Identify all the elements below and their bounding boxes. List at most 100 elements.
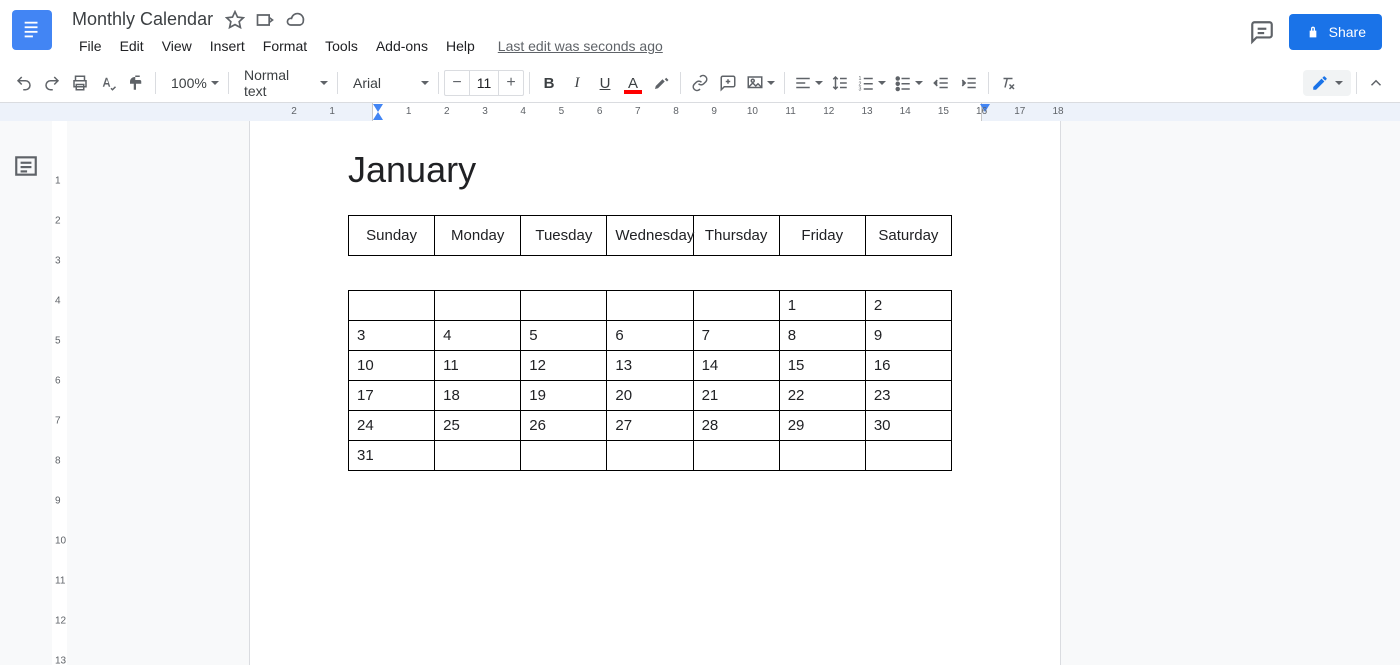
undo-button[interactable] bbox=[10, 69, 38, 97]
calendar-cell[interactable]: 22 bbox=[779, 381, 865, 411]
day-header[interactable]: Thursday bbox=[693, 216, 779, 256]
bulletlist-dropdown[interactable] bbox=[890, 69, 927, 97]
calendar-cell[interactable]: 29 bbox=[779, 411, 865, 441]
calendar-cell[interactable]: 25 bbox=[435, 411, 521, 441]
numberedlist-dropdown[interactable]: 123 bbox=[853, 69, 890, 97]
underline-button[interactable]: U bbox=[591, 69, 619, 97]
calendar-cell[interactable]: 18 bbox=[435, 381, 521, 411]
day-header[interactable]: Saturday bbox=[865, 216, 951, 256]
menu-edit[interactable]: Edit bbox=[111, 34, 153, 58]
comment-button[interactable] bbox=[714, 69, 742, 97]
menu-addons[interactable]: Add-ons bbox=[367, 34, 437, 58]
day-header[interactable]: Monday bbox=[435, 216, 521, 256]
calendar-cell[interactable]: 28 bbox=[693, 411, 779, 441]
link-button[interactable] bbox=[686, 69, 714, 97]
cloud-icon[interactable] bbox=[285, 10, 305, 30]
calendar-cell[interactable] bbox=[693, 291, 779, 321]
calendar-cell[interactable] bbox=[607, 441, 693, 471]
calendar-cell[interactable]: 11 bbox=[435, 351, 521, 381]
menu-insert[interactable]: Insert bbox=[201, 34, 254, 58]
calendar-cell[interactable]: 4 bbox=[435, 321, 521, 351]
day-header[interactable]: Friday bbox=[779, 216, 865, 256]
calendar-cell[interactable]: 27 bbox=[607, 411, 693, 441]
clearformat-button[interactable] bbox=[994, 69, 1022, 97]
calendar-cell[interactable]: 31 bbox=[349, 441, 435, 471]
vertical-ruler[interactable]: 12345678910111213 bbox=[52, 121, 68, 665]
bold-button[interactable]: B bbox=[535, 69, 563, 97]
calendar-cell[interactable]: 19 bbox=[521, 381, 607, 411]
italic-button[interactable]: I bbox=[563, 69, 591, 97]
calendar-cell[interactable] bbox=[521, 291, 607, 321]
linespacing-dropdown[interactable] bbox=[827, 69, 853, 97]
font-dropdown[interactable]: Arial bbox=[343, 69, 433, 97]
month-title[interactable]: January bbox=[348, 149, 962, 191]
docs-logo[interactable] bbox=[12, 10, 52, 50]
calendar-cell[interactable] bbox=[779, 441, 865, 471]
align-dropdown[interactable] bbox=[790, 69, 827, 97]
calendar-cell[interactable] bbox=[349, 291, 435, 321]
calendar-cell[interactable]: 6 bbox=[607, 321, 693, 351]
calendar-cell[interactable]: 2 bbox=[865, 291, 951, 321]
fontsize-value[interactable]: 11 bbox=[469, 71, 499, 95]
menu-tools[interactable]: Tools bbox=[316, 34, 367, 58]
calendar-cell[interactable]: 10 bbox=[349, 351, 435, 381]
last-edit[interactable]: Last edit was seconds ago bbox=[498, 38, 663, 54]
menu-format[interactable]: Format bbox=[254, 34, 316, 58]
menu-view[interactable]: View bbox=[153, 34, 201, 58]
collapse-button[interactable] bbox=[1362, 69, 1390, 97]
day-header[interactable]: Wednesday bbox=[607, 216, 693, 256]
page[interactable]: January SundayMondayTuesdayWednesdayThur… bbox=[250, 121, 1060, 665]
calendar-cell[interactable]: 5 bbox=[521, 321, 607, 351]
star-icon[interactable] bbox=[225, 10, 245, 30]
zoom-dropdown[interactable]: 100% bbox=[161, 69, 223, 97]
comments-icon[interactable] bbox=[1249, 19, 1275, 45]
fontsize-plus[interactable]: + bbox=[499, 74, 523, 92]
calendar-cell[interactable]: 8 bbox=[779, 321, 865, 351]
calendar-cell[interactable]: 14 bbox=[693, 351, 779, 381]
fontsize-stepper[interactable]: − 11 + bbox=[444, 70, 524, 96]
calendar-cell[interactable]: 15 bbox=[779, 351, 865, 381]
highlight-button[interactable] bbox=[647, 69, 675, 97]
calendar-cell[interactable] bbox=[435, 291, 521, 321]
calendar-cell[interactable] bbox=[607, 291, 693, 321]
menu-file[interactable]: File bbox=[70, 34, 111, 58]
calendar-grid-table[interactable]: 1234567891011121314151617181920212223242… bbox=[348, 290, 952, 471]
fontsize-minus[interactable]: − bbox=[445, 74, 469, 92]
editmode-dropdown[interactable] bbox=[1303, 70, 1351, 96]
calendar-cell[interactable]: 17 bbox=[349, 381, 435, 411]
redo-button[interactable] bbox=[38, 69, 66, 97]
paintformat-button[interactable] bbox=[122, 69, 150, 97]
print-button[interactable] bbox=[66, 69, 94, 97]
calendar-cell[interactable]: 3 bbox=[349, 321, 435, 351]
textcolor-button[interactable]: A bbox=[619, 69, 647, 97]
spellcheck-button[interactable] bbox=[94, 69, 122, 97]
day-header[interactable]: Sunday bbox=[349, 216, 435, 256]
horizontal-ruler[interactable]: 21123456789101112131415161718 bbox=[0, 103, 1400, 121]
outline-toggle-icon[interactable] bbox=[13, 153, 39, 179]
outdent-button[interactable] bbox=[927, 69, 955, 97]
calendar-cell[interactable]: 23 bbox=[865, 381, 951, 411]
styles-dropdown[interactable]: Normal text bbox=[234, 69, 332, 97]
calendar-cell[interactable]: 1 bbox=[779, 291, 865, 321]
calendar-cell[interactable]: 30 bbox=[865, 411, 951, 441]
day-header[interactable]: Tuesday bbox=[521, 216, 607, 256]
menu-help[interactable]: Help bbox=[437, 34, 484, 58]
share-button[interactable]: Share bbox=[1289, 14, 1382, 50]
calendar-cell[interactable]: 26 bbox=[521, 411, 607, 441]
image-dropdown[interactable] bbox=[742, 69, 779, 97]
calendar-cell[interactable]: 7 bbox=[693, 321, 779, 351]
calendar-cell[interactable] bbox=[435, 441, 521, 471]
calendar-cell[interactable]: 13 bbox=[607, 351, 693, 381]
move-icon[interactable] bbox=[255, 10, 275, 30]
calendar-cell[interactable]: 21 bbox=[693, 381, 779, 411]
calendar-cell[interactable] bbox=[521, 441, 607, 471]
calendar-header-table[interactable]: SundayMondayTuesdayWednesdayThursdayFrid… bbox=[348, 215, 952, 256]
calendar-cell[interactable]: 9 bbox=[865, 321, 951, 351]
calendar-cell[interactable] bbox=[693, 441, 779, 471]
calendar-cell[interactable]: 20 bbox=[607, 381, 693, 411]
calendar-cell[interactable]: 16 bbox=[865, 351, 951, 381]
calendar-cell[interactable] bbox=[865, 441, 951, 471]
document-title[interactable]: Monthly Calendar bbox=[70, 8, 215, 31]
calendar-cell[interactable]: 24 bbox=[349, 411, 435, 441]
indent-button[interactable] bbox=[955, 69, 983, 97]
